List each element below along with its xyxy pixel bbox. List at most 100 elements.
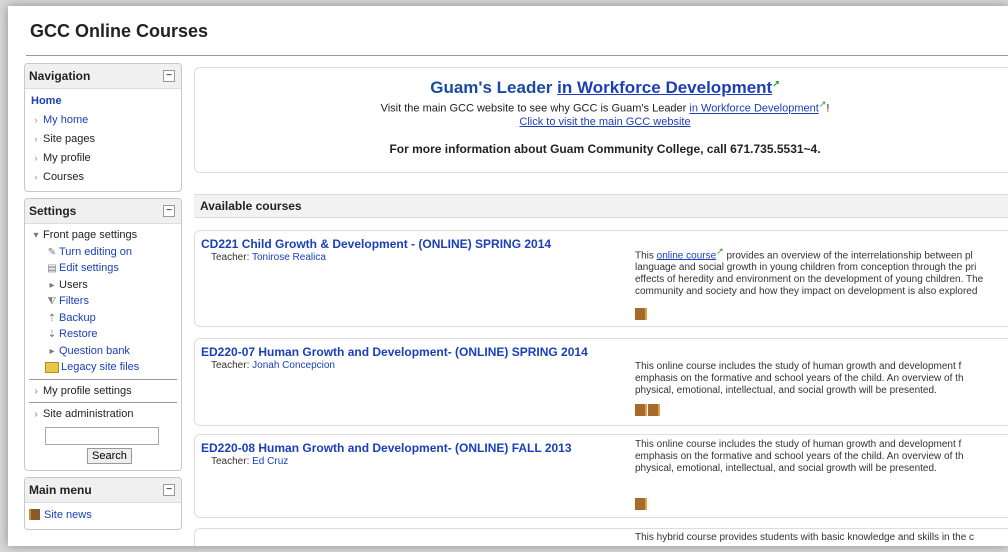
welcome-banner: Guam's Leader in Workforce Development↗ … xyxy=(194,67,1008,173)
search-button[interactable]: Search xyxy=(87,447,132,464)
bullet-icon: › xyxy=(34,385,38,397)
bullet-icon: › xyxy=(34,409,38,420)
teacher-link[interactable]: Tonirose Realica xyxy=(252,252,326,263)
edit-settings-link[interactable]: Edit settings xyxy=(59,262,119,274)
course-title: CD221 Child Growth & Development - (ONLI… xyxy=(201,237,601,265)
navigation-block-body: Home › My home › Site pages › My profile › C… xyxy=(25,89,181,191)
course-desc-line: community and society and how they impac… xyxy=(635,286,978,298)
available-courses-heading: Available courses xyxy=(194,194,1008,218)
triangle-icon: ▸ xyxy=(49,345,55,357)
backup-link[interactable]: Backup xyxy=(59,312,96,324)
backup-icon: ⇡ xyxy=(47,312,57,324)
course-description: This hybrid course provides students wit… xyxy=(635,532,1008,544)
bullet-icon: › xyxy=(34,115,38,125)
nav-home-link[interactable]: Home xyxy=(29,95,62,107)
collapse-icon[interactable]: − xyxy=(163,70,175,82)
restore-link[interactable]: Restore xyxy=(59,328,98,340)
banner-title-link[interactable]: in Workforce Development xyxy=(557,78,772,97)
nav-site-pages[interactable]: Site pages xyxy=(43,133,95,145)
bullet-icon: › xyxy=(34,134,38,144)
forum-icon[interactable] xyxy=(635,308,647,320)
external-link-icon: ↗ xyxy=(716,246,724,256)
settings-block-header: Settings − xyxy=(25,199,181,224)
site-administration[interactable]: Site administration xyxy=(43,408,134,420)
course-box: This hybrid course provides students wit… xyxy=(194,528,1008,546)
banner-line-text: Visit the main GCC website to see why GC… xyxy=(380,102,690,115)
settings-block-title: Settings xyxy=(29,204,77,218)
users-item[interactable]: Users xyxy=(59,279,88,291)
teacher-label: Teacher: xyxy=(211,456,253,467)
header-divider xyxy=(26,55,1008,56)
settings-block: Settings − ▾ Front page settings ✎ Turn ed… xyxy=(24,198,182,471)
main-menu-block-title: Main menu xyxy=(29,482,92,497)
teacher-line: Teacher: Jonah Concepcion xyxy=(211,359,601,373)
course-title: ED220-08 Human Growth and Development- (… xyxy=(201,441,601,469)
course-desc-line: effects of heredity and environment on t… xyxy=(635,274,984,286)
course-icons xyxy=(635,497,648,515)
nav-courses[interactable]: Courses xyxy=(43,171,84,183)
course-desc-line: language and social growth in young chil… xyxy=(635,262,977,274)
bullet-icon: › xyxy=(34,172,38,182)
teacher-line: Teacher: Tonirose Realica xyxy=(211,251,601,265)
teacher-line: Teacher: Ed Cruz xyxy=(211,455,601,469)
banner-line: Visit the main GCC website to see why GC… xyxy=(195,98,1008,116)
contact-info: For more information about Guam Communit… xyxy=(389,141,821,156)
course-desc-line: emphasis on the formative and school yea… xyxy=(635,373,964,384)
external-link-icon: ↗ xyxy=(772,78,780,89)
left-sidebar: Navigation − Home › My home › Site pages ›… xyxy=(24,63,182,536)
main-website-link[interactable]: Click to visit the main GCC website xyxy=(519,116,690,128)
banner-line-end: ! xyxy=(826,102,830,115)
course-box: ED220-07 Human Growth and Development- (… xyxy=(194,338,1008,426)
pencil-icon: ✎ xyxy=(47,246,57,258)
restore-icon: ⇣ xyxy=(47,329,57,340)
site-title: GCC Online Courses xyxy=(30,21,209,41)
course-title-link[interactable]: ED220-08 Human Growth and Development- (… xyxy=(201,441,572,455)
banner-title-text: Guam's Leader xyxy=(430,78,558,97)
collapse-icon[interactable]: − xyxy=(163,483,175,496)
main-menu-block-header: Main menu − xyxy=(25,477,181,503)
course-description: This online course includes the study of… xyxy=(635,361,1008,397)
course-icons xyxy=(635,403,661,421)
site-news-link[interactable]: Site news xyxy=(44,509,92,521)
teacher-label: Teacher: xyxy=(211,252,252,263)
teacher-link[interactable]: Ed Cruz xyxy=(252,456,288,467)
course-box: CD221 Child Growth & Development - (ONLI… xyxy=(194,230,1008,327)
page-frame: GCC Online Courses Navigation − Home › My… xyxy=(8,6,1008,546)
question-bank-link[interactable]: Question bank xyxy=(59,345,130,357)
course-title: ED220-07 Human Growth and Development- (… xyxy=(201,345,601,373)
online-course-link: online course xyxy=(656,250,717,262)
course-title-link[interactable]: ED220-07 Human Growth and Development- (… xyxy=(201,345,588,359)
course-description: This online course↗ provides an overview… xyxy=(635,245,1008,298)
course-desc-line: physical, emotional, intellectual, and s… xyxy=(635,463,937,474)
nav-my-home-link[interactable]: My home xyxy=(43,114,88,126)
settings-block-body: ▾ Front page settings ✎ Turn editing on ▤ E… xyxy=(25,224,181,470)
assignment-icon[interactable] xyxy=(648,404,660,416)
navigation-block-header: Navigation − xyxy=(25,64,181,89)
workforce-link[interactable]: in Workforce Development xyxy=(689,103,818,115)
course-description: This online course includes the study of… xyxy=(635,439,1008,475)
course-title-link[interactable]: CD221 Child Growth & Development - (ONLI… xyxy=(201,237,551,251)
my-profile-settings[interactable]: My profile settings xyxy=(43,385,132,397)
teacher-link[interactable]: Jonah Concepcion xyxy=(252,360,335,371)
chevron-down-icon: ▾ xyxy=(33,230,39,241)
divider xyxy=(29,378,177,380)
assignment-icon[interactable] xyxy=(635,498,647,510)
course-desc-line: This online course includes the study of… xyxy=(635,361,962,372)
navigation-block-title: Navigation xyxy=(29,69,91,83)
main-menu-block: Main menu − Site news xyxy=(24,476,182,530)
turn-editing-on-link[interactable]: Turn editing on xyxy=(59,246,132,258)
course-desc-line: physical, emotional, intellectual, and s… xyxy=(635,385,937,396)
filters-link[interactable]: Filters xyxy=(59,295,89,307)
main-menu-block-body: Site news xyxy=(25,503,181,529)
legacy-site-files-link[interactable]: Legacy site files xyxy=(61,361,139,373)
banner-title: Guam's Leader in Workforce Development↗ xyxy=(195,78,1008,98)
front-page-settings[interactable]: Front page settings xyxy=(43,229,137,241)
navigation-block: Navigation − Home › My home › Site pages ›… xyxy=(24,63,182,192)
forum-icon[interactable] xyxy=(635,404,647,416)
search-input[interactable] xyxy=(45,426,159,445)
course-desc-line: emphasis on the formative and school yea… xyxy=(635,451,964,462)
collapse-icon[interactable]: − xyxy=(163,205,175,217)
nav-my-profile[interactable]: My profile xyxy=(43,152,91,164)
triangle-icon: ▸ xyxy=(49,279,55,291)
bullet-icon: › xyxy=(34,153,38,163)
